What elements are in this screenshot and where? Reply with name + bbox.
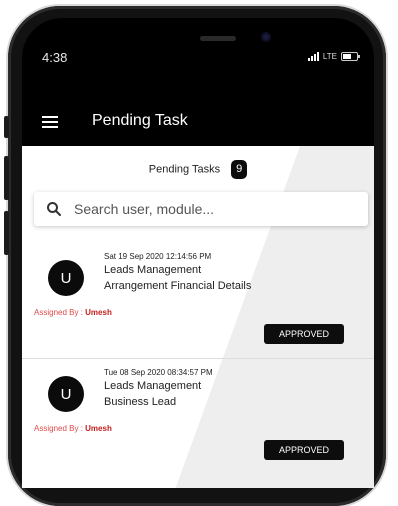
- battery-icon: [341, 51, 360, 61]
- network-type: LTE: [322, 51, 337, 61]
- status-time: 4:38: [42, 50, 68, 65]
- task-module: Leads Management: [104, 380, 202, 392]
- volume-up-button: [4, 156, 9, 200]
- assigned-by-label: Assigned By :: [34, 308, 83, 317]
- task-detail: Arrangement Financial Details: [104, 280, 252, 292]
- avatar: U: [48, 260, 84, 296]
- task-timestamp: Tue 08 Sep 2020 08:34:57 PM: [104, 368, 213, 377]
- divider: [22, 358, 374, 359]
- page-title: Pending Task: [92, 112, 188, 129]
- assigned-by-label: Assigned By :: [34, 424, 83, 433]
- approved-button[interactable]: APPROVED: [264, 324, 344, 344]
- task-timestamp: Sat 19 Sep 2020 12:14:56 PM: [104, 252, 212, 261]
- pending-count-badge: 9: [231, 160, 248, 179]
- search-icon: [47, 202, 61, 216]
- task-detail: Business Lead: [104, 396, 177, 408]
- volume-down-button: [4, 211, 9, 255]
- status-indicators: LTE: [307, 51, 360, 61]
- assigned-by: Assigned By : Umesh: [34, 424, 112, 433]
- search-input[interactable]: [72, 200, 346, 218]
- menu-icon[interactable]: [42, 116, 58, 128]
- camera: [261, 32, 271, 42]
- task-info: Tue 08 Sep 2020 08:34:57 PM Leads Manage…: [104, 368, 213, 408]
- main-content: Pending Tasks 9 U Sat 19 Sep 2020 12:14:…: [22, 146, 374, 488]
- task-card[interactable]: U Tue 08 Sep 2020 08:34:57 PM Leads Mana…: [22, 360, 374, 474]
- task-card[interactable]: U Sat 19 Sep 2020 12:14:56 PM Leads Mana…: [22, 244, 374, 359]
- assigned-by-name: Umesh: [85, 424, 112, 433]
- assigned-by-name: Umesh: [85, 308, 112, 317]
- task-module: Leads Management: [104, 264, 202, 276]
- avatar: U: [48, 376, 84, 412]
- app-screen: 4:38 LTE Pending Task Pending Tasks 9 U: [22, 18, 374, 488]
- approved-button[interactable]: APPROVED: [264, 440, 344, 460]
- app-bar: Pending Task: [22, 102, 374, 144]
- search-bar: [34, 192, 368, 226]
- pending-label: Pending Tasks: [148, 163, 221, 176]
- assigned-by: Assigned By : Umesh: [34, 308, 112, 317]
- task-info: Sat 19 Sep 2020 12:14:56 PM Leads Manage…: [104, 252, 251, 292]
- mute-switch: [4, 116, 9, 138]
- pending-header: Pending Tasks 9: [22, 160, 374, 179]
- speaker: [200, 36, 236, 41]
- signal-icon: [307, 51, 319, 61]
